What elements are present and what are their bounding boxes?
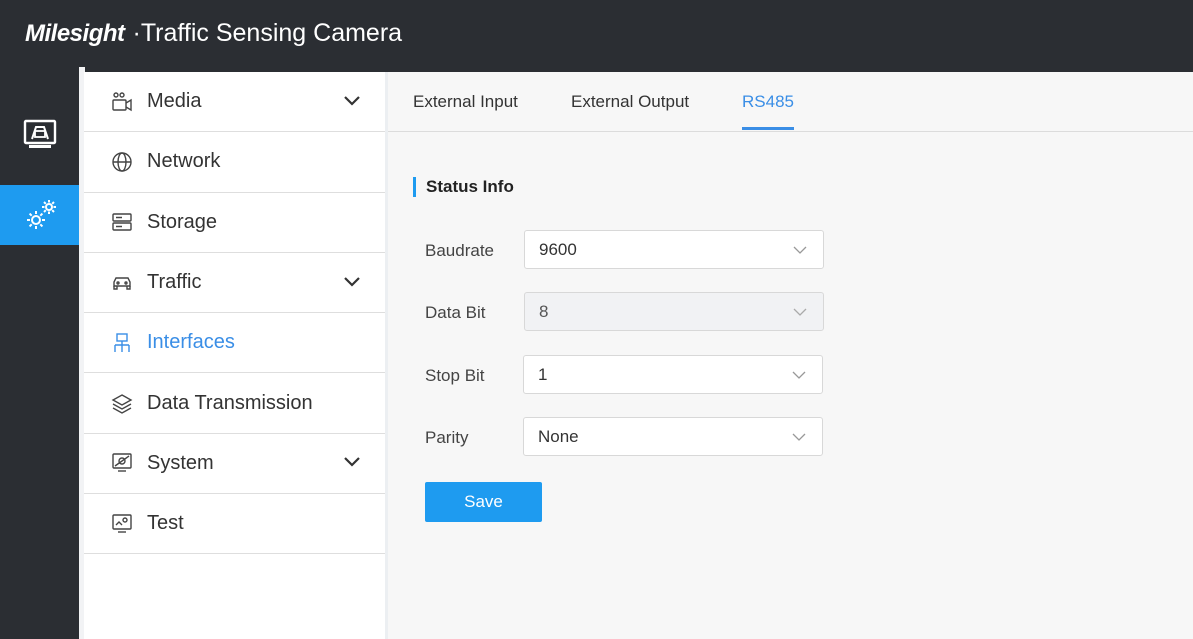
- menu-label: Data Transmission: [147, 391, 313, 414]
- data-bit-label: Data Bit: [425, 303, 486, 322]
- tab-external-input[interactable]: External Input: [413, 92, 518, 130]
- menu-item-data-transmission[interactable]: Data Transmission: [84, 373, 385, 434]
- baudrate-label: Baudrate: [425, 241, 494, 260]
- left-rail: [0, 67, 84, 639]
- system-icon: [111, 452, 133, 474]
- parity-label: Parity: [425, 428, 469, 447]
- brand-logo: Milesight: [25, 20, 125, 48]
- menu-item-storage[interactable]: Storage: [84, 193, 385, 253]
- menu-item-system[interactable]: System: [84, 434, 385, 495]
- baudrate-select[interactable]: 9600: [524, 230, 824, 269]
- test-icon: [111, 513, 133, 535]
- brand-name: Milesight: [25, 19, 125, 47]
- chevron-down-icon: [793, 308, 807, 316]
- tab-bar: External Input External Output RS485: [388, 72, 1193, 132]
- settings-button[interactable]: [0, 185, 84, 245]
- tab-external-output[interactable]: External Output: [571, 92, 689, 130]
- tab-rs485[interactable]: RS485: [742, 92, 794, 130]
- monitor-icon: [23, 119, 56, 148]
- settings-menu: Media Network Storage Traffic Interfaces…: [84, 72, 385, 639]
- data-bit-value: 8: [539, 301, 549, 321]
- stop-bit-value: 1: [538, 364, 548, 384]
- globe-icon: [111, 151, 133, 173]
- product-title: ·Traffic Sensing Camera: [132, 19, 403, 47]
- menu-label: Traffic: [147, 271, 202, 294]
- camera-icon: [111, 91, 133, 113]
- live-view-button[interactable]: [0, 105, 79, 165]
- parity-value: None: [538, 426, 579, 446]
- menu-item-traffic[interactable]: Traffic: [84, 253, 385, 314]
- main-content: External Input External Output RS485 Sta…: [388, 72, 1193, 639]
- menu-label: Interfaces: [147, 331, 235, 354]
- menu-label: System: [147, 451, 214, 474]
- menu-item-interfaces[interactable]: Interfaces: [84, 313, 385, 374]
- top-header: Milesight ·Traffic Sensing Camera: [0, 0, 1193, 67]
- chevron-down-icon: [793, 246, 807, 254]
- parity-select[interactable]: None: [523, 417, 823, 456]
- save-button[interactable]: Save: [425, 482, 542, 522]
- menu-label: Test: [147, 512, 184, 535]
- menu-label: Network: [147, 150, 221, 173]
- chevron-down-icon: [792, 433, 806, 441]
- settings-gears-icon: [27, 200, 56, 229]
- menu-label: Storage: [147, 210, 218, 233]
- storage-icon: [111, 211, 133, 233]
- menu-item-media[interactable]: Media: [84, 72, 385, 133]
- stop-bit-select[interactable]: 1: [523, 355, 823, 394]
- menu-item-network[interactable]: Network: [84, 132, 385, 193]
- menu-item-test[interactable]: Test: [84, 494, 385, 555]
- chevron-down-icon: [344, 95, 360, 106]
- chevron-down-icon: [344, 276, 360, 287]
- chevron-down-icon: [344, 457, 360, 467]
- car-icon: [111, 272, 133, 294]
- menu-label: Media: [147, 90, 202, 113]
- baudrate-value: 9600: [539, 239, 577, 259]
- stop-bit-label: Stop Bit: [425, 366, 485, 385]
- layers-icon: [111, 392, 133, 414]
- chevron-down-icon: [792, 371, 806, 379]
- section-title: Status Info: [413, 177, 514, 197]
- data-bit-select: 8: [524, 292, 824, 331]
- interfaces-icon: [111, 332, 133, 354]
